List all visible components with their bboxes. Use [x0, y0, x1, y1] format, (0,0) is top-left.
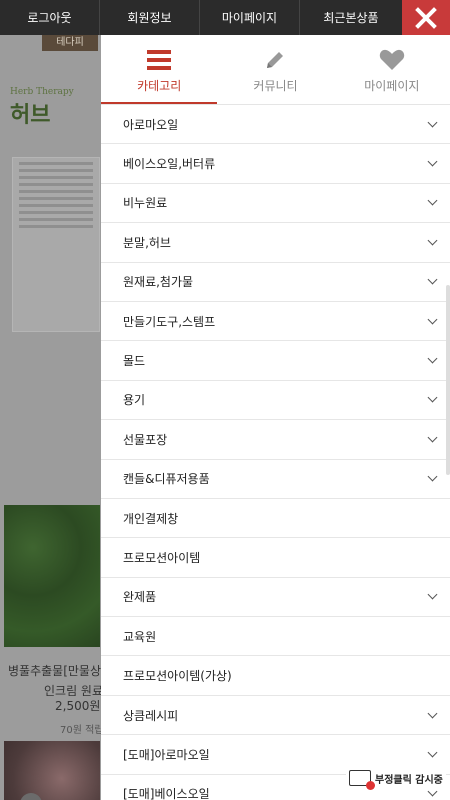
brand-title: Herb Therapy 허브: [10, 87, 74, 128]
scrollbar[interactable]: [446, 285, 450, 475]
category-item-label: [도매]아로마오일: [123, 747, 210, 762]
category-item-label: 원재료,첨가물: [123, 275, 194, 290]
chevron-down-icon[interactable]: [427, 786, 438, 797]
tab-community-label: 커뮤니티: [253, 79, 298, 93]
category-item[interactable]: 베이스오일,버터류: [101, 144, 450, 184]
tab-community[interactable]: 커뮤니티: [217, 35, 333, 104]
category-item-label: 완제품: [123, 590, 157, 605]
category-item-label: 선물포장: [123, 432, 168, 447]
recent-products-link[interactable]: 최근본상품: [300, 0, 402, 35]
monitor-alert-icon: [349, 770, 375, 790]
pencil-icon: [267, 52, 284, 68]
category-item-label: 프로모션아이템(가상): [123, 669, 232, 684]
category-item[interactable]: 교육원: [101, 617, 450, 657]
menu-tabs: 카테고리 커뮤니티 마이페이지: [101, 35, 450, 105]
category-item-label: 교육원: [123, 629, 157, 644]
chevron-down-icon[interactable]: [427, 392, 438, 403]
product-name: 병풀추출물[만물상 인크림 원료: [8, 664, 104, 698]
category-item-label: 개인결제창: [123, 511, 179, 526]
fraud-click-badge: 부정클릭 감시중: [346, 768, 446, 790]
category-item-label: 비누원료: [123, 196, 168, 211]
chevron-down-icon[interactable]: [427, 589, 438, 600]
category-item-label: 몰드: [123, 354, 146, 369]
tab-mypage-label: 마이페이지: [364, 79, 420, 93]
chevron-down-icon[interactable]: [427, 314, 438, 325]
category-item[interactable]: 상큼레시피: [101, 696, 450, 736]
category-item[interactable]: 캔들&디퓨저용품: [101, 460, 450, 499]
category-item-label: 용기: [123, 393, 146, 408]
notice-box: [12, 157, 100, 332]
chevron-down-icon[interactable]: [427, 117, 438, 128]
category-item[interactable]: 원재료,첨가물: [101, 263, 450, 302]
category-item-label: 프로모션아이템: [123, 550, 201, 565]
chevron-down-icon[interactable]: [427, 747, 438, 758]
product-image: [4, 505, 100, 647]
close-x-icon: [415, 6, 437, 29]
category-item[interactable]: 선물포장: [101, 420, 450, 460]
category-item[interactable]: 만들기도구,스템프: [101, 302, 450, 342]
category-item-label: 상큼레시피: [123, 708, 179, 723]
site-logo: 테다피: [42, 35, 98, 51]
category-item[interactable]: 분말,허브: [101, 223, 450, 263]
product-points: 70원 적립: [60, 725, 104, 736]
top-bar: 로그아웃 회원정보 마이페이지 최근본상품: [0, 0, 450, 35]
logout-link[interactable]: 로그아웃: [0, 0, 100, 35]
tab-category[interactable]: 카테고리: [101, 35, 218, 104]
category-item-label: 만들기도구,스템프: [123, 314, 216, 329]
category-item-label: 캔들&디퓨저용품: [123, 472, 210, 487]
mypage-link[interactable]: 마이페이지: [200, 0, 300, 35]
menu-icon: [147, 50, 172, 70]
tab-mypage[interactable]: 마이페이지: [334, 35, 450, 104]
category-item-label: 분말,허브: [123, 235, 171, 250]
chevron-down-icon[interactable]: [427, 708, 438, 718]
chevron-down-icon[interactable]: [427, 235, 438, 246]
category-item-label: [도매]베이스오일: [123, 787, 210, 800]
heart-icon: [379, 49, 405, 70]
chevron-down-icon[interactable]: [427, 156, 438, 167]
tab-category-label: 카테고리: [137, 79, 182, 93]
chevron-down-icon[interactable]: [427, 196, 438, 206]
side-menu-panel: 카테고리 커뮤니티 마이페이지 아로마오일베이스오일,버터류비누원료분말,허브원…: [101, 35, 450, 800]
chevron-down-icon[interactable]: [427, 353, 438, 364]
category-item[interactable]: 프로모션아이템: [101, 538, 450, 578]
category-item[interactable]: 비누원료: [101, 184, 450, 224]
category-item[interactable]: 완제품: [101, 578, 450, 618]
category-item[interactable]: 프로모션아이템(가상): [101, 656, 450, 696]
chevron-down-icon[interactable]: [427, 471, 438, 482]
category-list: 아로마오일베이스오일,버터류비누원료분말,허브원재료,첨가물만들기도구,스템프몰…: [101, 105, 450, 800]
category-item-label: 아로마오일: [123, 117, 179, 132]
category-item[interactable]: 아로마오일: [101, 105, 450, 145]
category-item[interactable]: 용기: [101, 381, 450, 421]
chevron-down-icon[interactable]: [427, 432, 438, 443]
product-price: 2,500원: [55, 699, 101, 713]
product-image-2: [4, 741, 100, 800]
member-info-link[interactable]: 회원정보: [100, 0, 200, 35]
close-button[interactable]: [402, 0, 450, 35]
category-item[interactable]: 몰드: [101, 341, 450, 381]
category-item-label: 베이스오일,버터류: [123, 157, 216, 172]
chevron-down-icon[interactable]: [427, 274, 438, 285]
brand-subtitle: Herb Therapy: [10, 87, 74, 97]
category-item[interactable]: 개인결제창: [101, 499, 450, 539]
